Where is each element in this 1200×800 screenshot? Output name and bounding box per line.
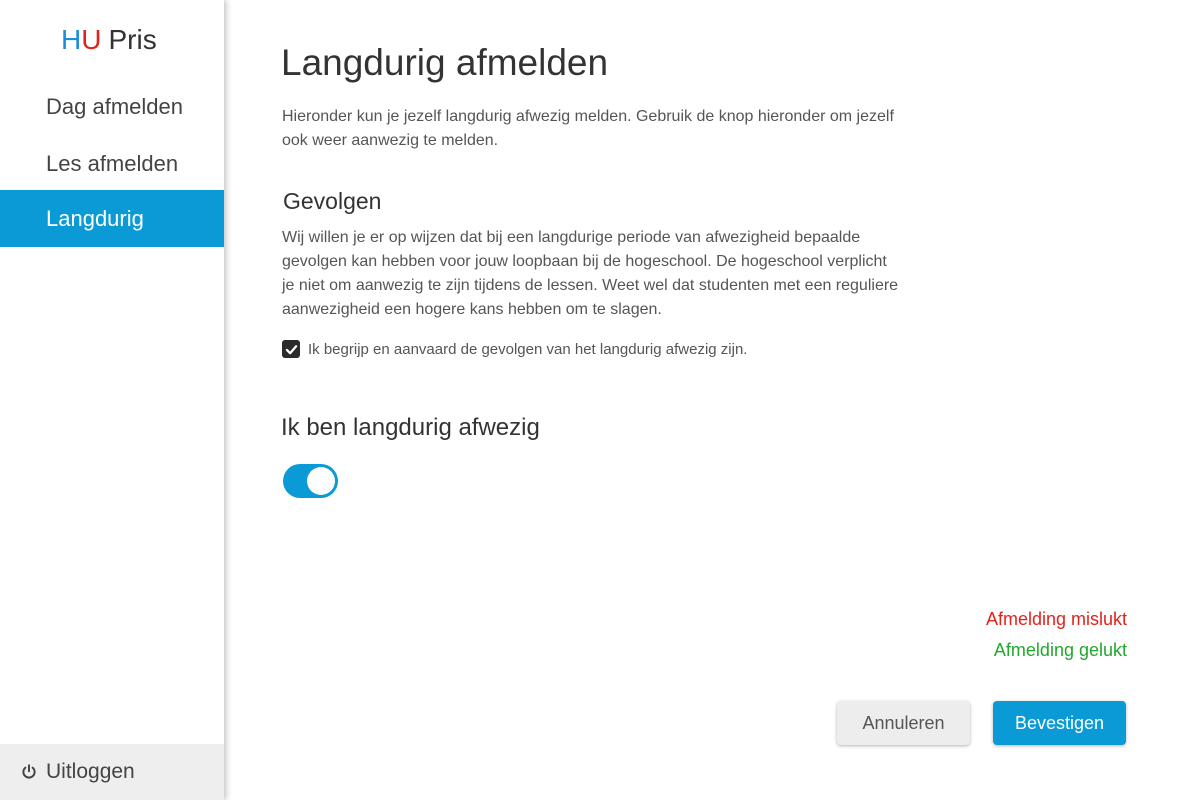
accept-consequences-row[interactable]: Ik begrijp en aanvaard de gevolgen van h… [282, 340, 747, 358]
checkbox-label: Ik begrijp en aanvaard de gevolgen van h… [308, 340, 748, 358]
page-title: Langdurig afmelden [281, 42, 609, 83]
afwezig-toggle[interactable] [283, 464, 338, 498]
logout-button[interactable]: Uitloggen [0, 744, 224, 800]
main-content: Langdurig afmelden Hieronder kun je jeze… [224, 0, 1200, 800]
checkmark-icon [285, 344, 297, 354]
accept-consequences-checkbox[interactable] [282, 340, 300, 358]
app-logo: HU Pris [61, 24, 157, 56]
toggle-knob [307, 467, 335, 495]
logo-letter-u: U [81, 24, 102, 55]
intro-text: Hieronder kun je jezelf langdurig afwezi… [282, 108, 894, 149]
sidebar-item-label: Les afmelden [46, 151, 179, 176]
cancel-button[interactable]: Annuleren [837, 701, 970, 745]
sidebar-item-langdurig[interactable]: Langdurig [0, 190, 224, 247]
sidebar: HU Pris Dag afmelden Les afmelden Langdur… [0, 0, 224, 800]
sidebar-item-label: Langdurig [46, 206, 144, 231]
afwezig-heading: Ik ben langdurig afwezig [281, 414, 540, 441]
confirm-button[interactable]: Bevestigen [993, 701, 1126, 745]
sidebar-item-dag-afmelden[interactable]: Dag afmelden [0, 78, 224, 135]
logo-name: Pris [108, 24, 157, 55]
gevolgen-heading: Gevolgen [283, 188, 382, 214]
sidebar-item-label: Dag afmelden [46, 94, 183, 119]
status-success-message: Afmelding gelukt [993, 640, 1127, 660]
power-icon [22, 764, 36, 779]
logout-label: Uitloggen [46, 760, 135, 783]
logo-letter-h: H [61, 24, 82, 55]
gevolgen-text: Wij willen je er op wijzen dat bij een l… [282, 229, 899, 318]
status-failed-message: Afmelding mislukt [985, 609, 1127, 629]
sidebar-item-les-afmelden[interactable]: Les afmelden [0, 135, 224, 192]
